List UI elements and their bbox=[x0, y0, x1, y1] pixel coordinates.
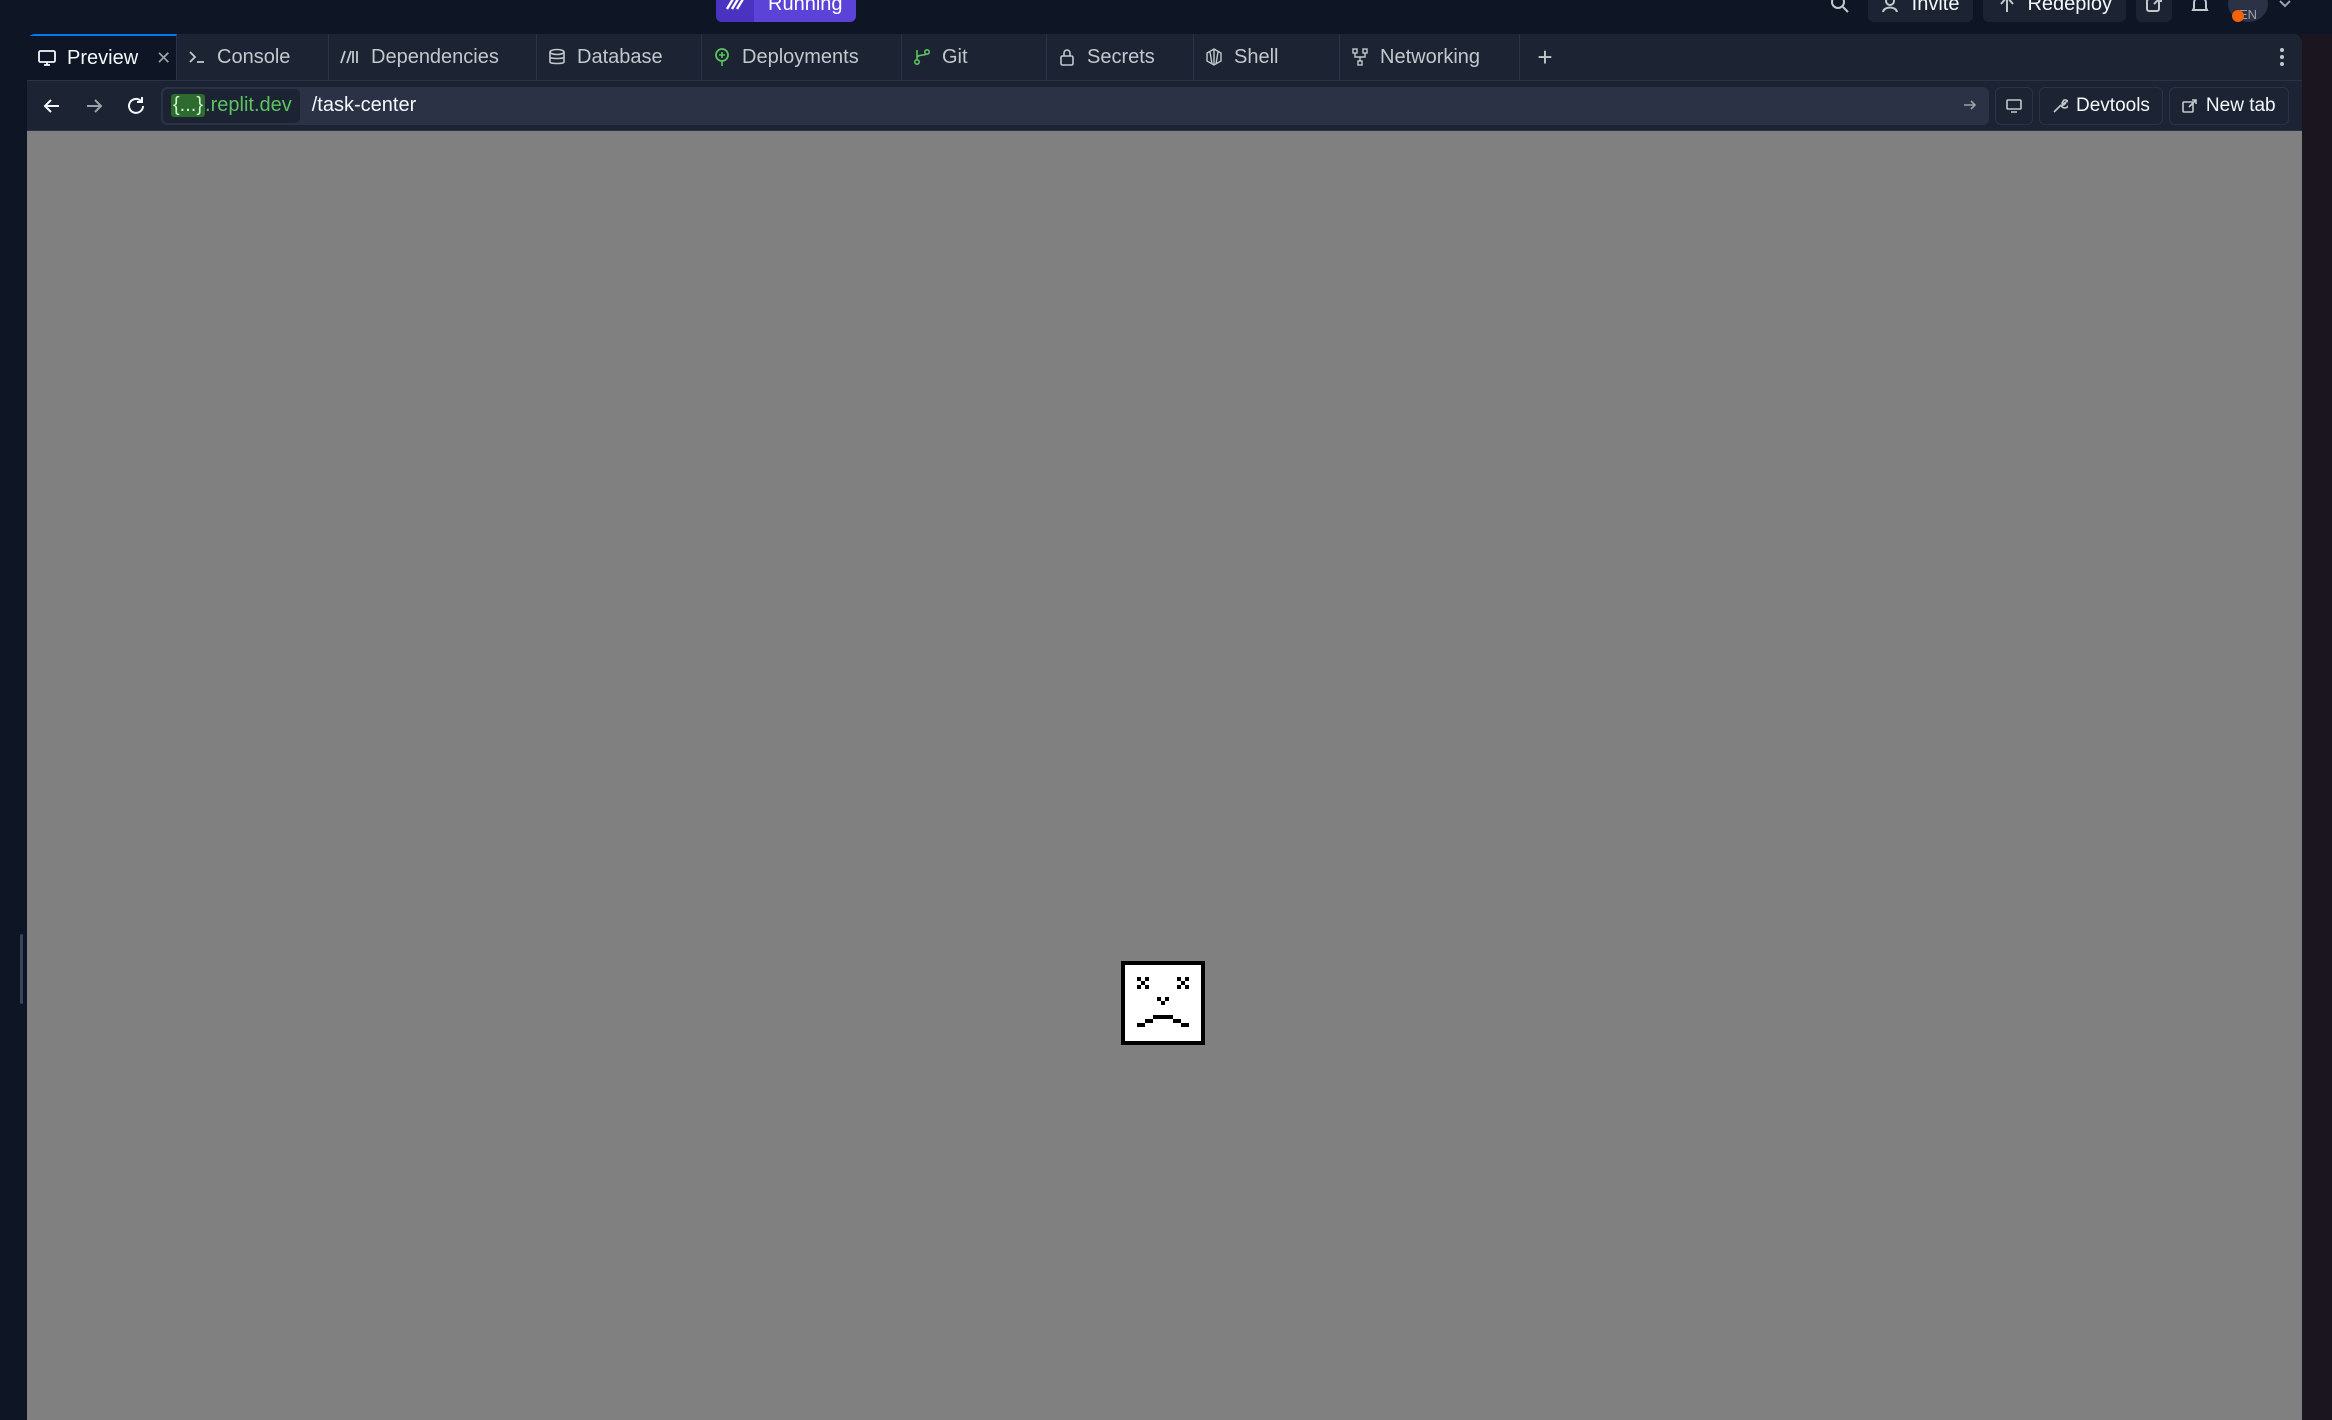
new-tab-button[interactable]: New tab bbox=[2168, 86, 2289, 125]
arrow-left-icon bbox=[43, 98, 59, 113]
invite-label: Invite bbox=[1911, 0, 1960, 15]
external-link-button[interactable] bbox=[2136, 0, 2172, 22]
database-icon bbox=[549, 48, 565, 65]
tab-console[interactable]: Console bbox=[177, 34, 329, 80]
preview-panel: Preview ✕ Console Dependencies Database … bbox=[27, 34, 2302, 1420]
run-button[interactable]: Running bbox=[716, 0, 856, 22]
forward-button[interactable] bbox=[73, 86, 115, 126]
deployments-icon bbox=[715, 48, 729, 66]
header-actions: Invite Redeploy EN bbox=[1822, 0, 2292, 22]
avatar[interactable]: EN bbox=[2228, 0, 2268, 22]
dependencies-icon bbox=[340, 50, 358, 64]
devtools-label: Devtools bbox=[2076, 94, 2150, 116]
redeploy-label: Redeploy bbox=[2027, 0, 2112, 15]
go-arrow-icon[interactable] bbox=[1961, 96, 1979, 114]
shell-icon bbox=[1206, 48, 1222, 66]
add-tab-button[interactable]: + bbox=[1520, 34, 1570, 80]
sad-face-icon bbox=[1121, 961, 1205, 1045]
more-options-button[interactable] bbox=[2262, 34, 2302, 80]
notifications-button[interactable] bbox=[2182, 0, 2218, 22]
status-dot bbox=[2232, 10, 2244, 22]
devtools-button[interactable]: Devtools bbox=[2039, 86, 2163, 125]
tab-label: Console bbox=[217, 45, 291, 68]
search-icon bbox=[1830, 0, 1849, 13]
tab-bar: Preview ✕ Console Dependencies Database … bbox=[27, 34, 2302, 81]
monitor-icon bbox=[2006, 98, 2022, 113]
monitor-icon bbox=[38, 50, 56, 66]
url-bar: {...} .replit.dev /task-center Devtools … bbox=[27, 81, 2302, 131]
resize-handle[interactable] bbox=[20, 934, 23, 1004]
left-rail bbox=[0, 34, 27, 1420]
domain-chip[interactable]: {...} .replit.dev bbox=[163, 88, 300, 123]
run-label: Running bbox=[768, 0, 843, 15]
preview-viewport[interactable] bbox=[27, 131, 2302, 1420]
arrow-right-icon bbox=[87, 98, 103, 113]
search-button[interactable] bbox=[1822, 0, 1858, 22]
external-link-icon bbox=[2182, 98, 2197, 113]
tab-database[interactable]: Database bbox=[537, 34, 702, 80]
address-field[interactable]: {...} .replit.dev /task-center bbox=[161, 86, 1989, 125]
plus-icon: + bbox=[1537, 41, 1553, 72]
right-rail bbox=[2302, 34, 2332, 1420]
terminal-icon bbox=[189, 51, 204, 63]
tab-label: Git bbox=[942, 45, 968, 68]
tab-git[interactable]: Git bbox=[902, 34, 1047, 80]
tab-dependencies[interactable]: Dependencies bbox=[329, 34, 537, 80]
tab-shell[interactable]: Shell bbox=[1194, 34, 1340, 80]
lock-icon bbox=[1060, 49, 1074, 66]
redeploy-icon bbox=[2000, 0, 2015, 12]
tab-secrets[interactable]: Secrets bbox=[1047, 34, 1194, 80]
tab-label: Database bbox=[577, 45, 663, 68]
domain-brace: {...} bbox=[171, 94, 206, 117]
tab-deployments[interactable]: Deployments bbox=[702, 34, 902, 80]
reload-button[interactable] bbox=[115, 86, 157, 126]
new-tab-label: New tab bbox=[2205, 94, 2276, 116]
external-link-icon bbox=[2146, 0, 2162, 12]
running-icon bbox=[716, 0, 754, 22]
tab-label: Secrets bbox=[1087, 45, 1155, 68]
invite-button[interactable]: Invite bbox=[1867, 0, 1974, 22]
back-button[interactable] bbox=[31, 86, 73, 126]
domain-text: .replit.dev bbox=[205, 94, 292, 116]
networking-icon bbox=[1352, 48, 1368, 66]
redeploy-button[interactable]: Redeploy bbox=[1983, 0, 2126, 22]
reload-icon bbox=[128, 96, 144, 114]
close-icon[interactable]: ✕ bbox=[156, 48, 171, 69]
git-icon bbox=[913, 48, 931, 66]
tab-label: Networking bbox=[1380, 45, 1481, 68]
tab-label: Shell bbox=[1234, 45, 1279, 68]
wrench-icon bbox=[2053, 98, 2068, 113]
tab-label: Dependencies bbox=[371, 45, 499, 68]
tab-label: Preview bbox=[67, 46, 139, 69]
url-path[interactable]: /task-center bbox=[312, 94, 416, 117]
user-plus-icon bbox=[1881, 0, 1898, 13]
chevron-down-icon[interactable] bbox=[2278, 0, 2292, 11]
device-toggle-button[interactable] bbox=[1995, 86, 2033, 125]
kebab-icon bbox=[2280, 48, 2284, 66]
bell-icon bbox=[2191, 0, 2209, 11]
workspace-header: Running Invite Redeploy EN bbox=[0, 0, 2332, 34]
tab-label: Deployments bbox=[742, 45, 859, 68]
tab-preview[interactable]: Preview ✕ bbox=[27, 34, 177, 80]
tab-networking[interactable]: Networking bbox=[1340, 34, 1520, 80]
